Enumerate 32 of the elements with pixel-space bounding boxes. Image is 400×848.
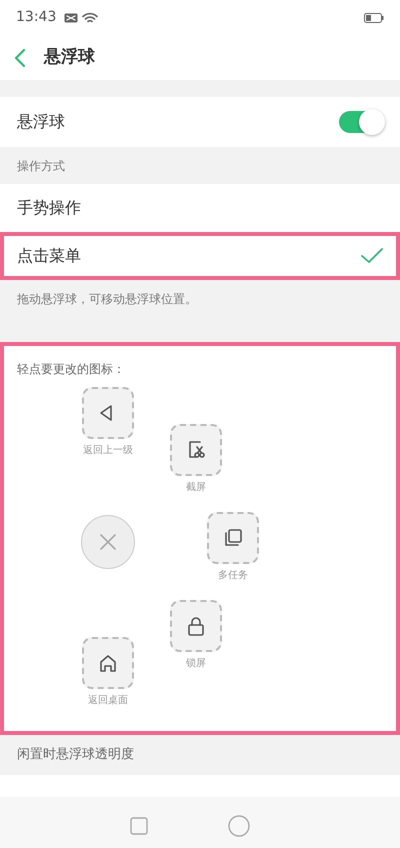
status-time: 13:43: [16, 8, 56, 27]
icon-label: 多任务: [218, 569, 248, 583]
icon-label: 截屏: [186, 480, 206, 495]
section-title: 闲置时悬浮球透明度: [17, 746, 134, 764]
option-row[interactable]: 手势操作: [0, 184, 400, 232]
back-button[interactable]: [14, 48, 26, 68]
icon-tile[interactable]: [82, 637, 134, 689]
close-button[interactable]: [81, 515, 135, 569]
close-icon: [99, 533, 117, 551]
wifi-icon: [82, 12, 98, 24]
check-icon: [361, 248, 383, 264]
icon-tile[interactable]: [82, 387, 134, 439]
section-title: 操作方式: [17, 158, 65, 174]
icon-tile[interactable]: [170, 424, 222, 476]
home-button[interactable]: [228, 815, 250, 837]
icon-label: 返回上一级: [83, 444, 133, 458]
option-row[interactable]: 点击菜单: [0, 232, 400, 280]
back-icon: [14, 48, 26, 68]
toggle-switch[interactable]: [339, 111, 383, 133]
icon-tile[interactable]: [170, 600, 222, 652]
panel-title: 轻点要更改的图标：: [17, 362, 125, 376]
page-title: 悬浮球: [44, 46, 95, 69]
icon-label: 返回桌面: [88, 694, 128, 708]
icon-tile[interactable]: [207, 512, 259, 564]
circle-icon: [228, 815, 250, 837]
icon-label: 锁屏: [186, 657, 206, 671]
battery-icon: [364, 12, 384, 22]
recents-button[interactable]: [130, 817, 148, 835]
hint-text: 拖动悬浮球，可移动悬浮球位置。: [17, 292, 197, 306]
square-icon: [130, 817, 148, 835]
setting-label: 悬浮球: [17, 111, 65, 133]
message-icon: [64, 12, 78, 22]
